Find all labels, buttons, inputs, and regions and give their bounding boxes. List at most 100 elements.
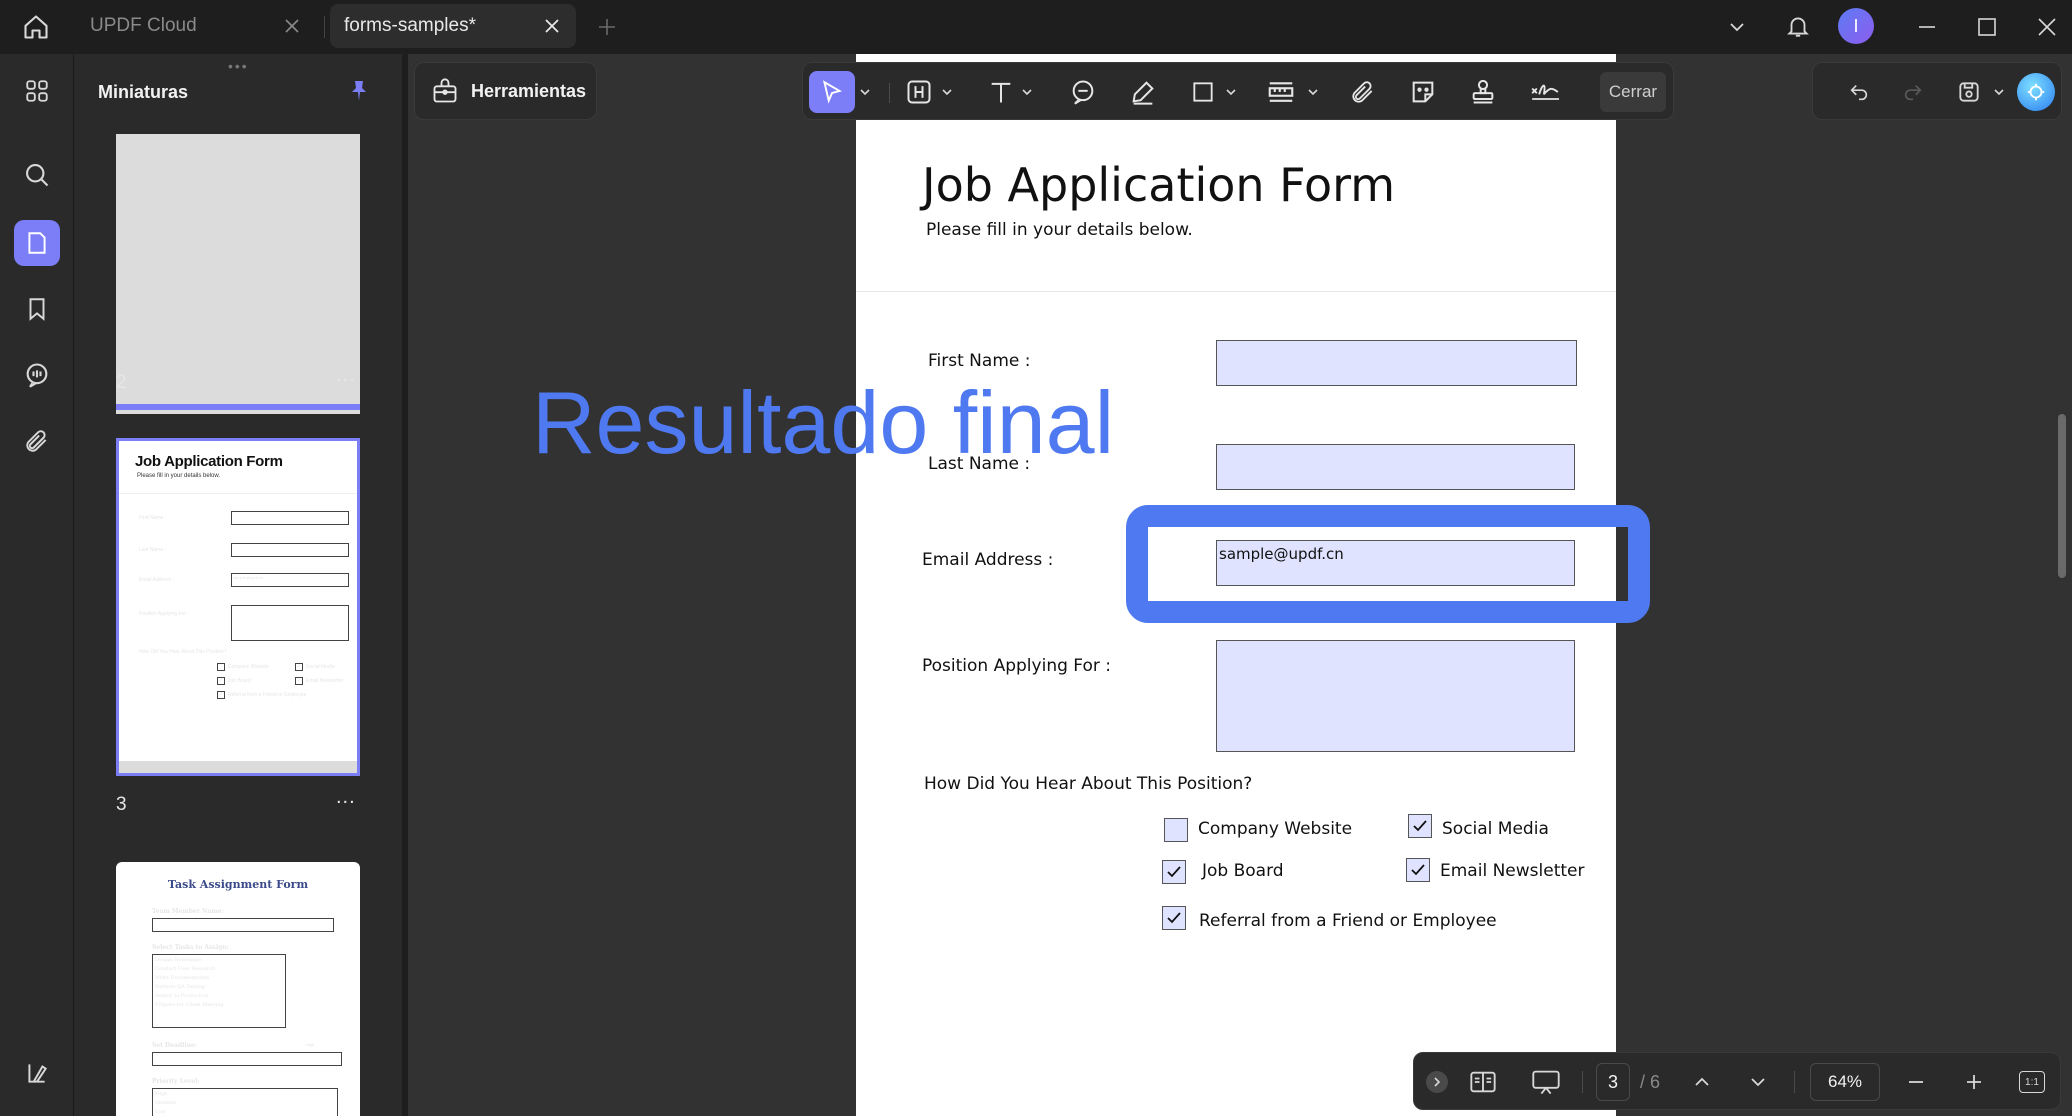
- bookmark-icon[interactable]: [14, 286, 60, 332]
- select-tool[interactable]: [809, 71, 855, 113]
- vertical-scrollbar[interactable]: [2058, 414, 2066, 578]
- bell-icon[interactable]: [1780, 8, 1816, 44]
- previous-page-button[interactable]: [1684, 1063, 1720, 1101]
- position-field[interactable]: [1216, 640, 1575, 752]
- stamp-icon: [1472, 79, 1494, 104]
- pen-tool[interactable]: [1123, 71, 1163, 113]
- tab-updf-cloud[interactable]: UPDF Cloud: [76, 4, 316, 48]
- comments-icon[interactable]: [14, 352, 60, 398]
- sticker-tool[interactable]: [1403, 71, 1443, 113]
- chevron-down-icon[interactable]: [1720, 10, 1754, 44]
- chevron-down-icon[interactable]: [1989, 81, 2009, 103]
- divider: [856, 291, 1616, 292]
- attach-tool[interactable]: [1343, 71, 1383, 113]
- layers-icon[interactable]: [14, 1050, 60, 1096]
- stamp-tool[interactable]: [1463, 71, 1503, 113]
- title-bar: UPDF Cloud forms-samples* I: [0, 0, 2072, 54]
- first-name-label: First Name :: [928, 351, 1031, 371]
- signature-tool[interactable]: [1523, 71, 1567, 113]
- tab-forms-samples[interactable]: forms-samples*: [330, 4, 576, 48]
- document-subtitle: Please fill in your details below.: [926, 220, 1193, 240]
- apps-grid-icon[interactable]: [14, 68, 60, 114]
- page-layout-button[interactable]: [1464, 1063, 1502, 1101]
- current-page-input[interactable]: 3: [1596, 1063, 1630, 1101]
- thumb-level: High: [155, 1091, 168, 1097]
- referral-checkbox[interactable]: [1162, 906, 1186, 930]
- thumb-label: Company Website: [228, 664, 269, 670]
- chevron-down-icon[interactable]: [1303, 71, 1323, 113]
- email-newsletter-checkbox[interactable]: [1406, 858, 1430, 882]
- thumb-subtitle: Please fill in your details below.: [137, 473, 221, 479]
- highlight-icon: [907, 80, 931, 104]
- minimize-icon[interactable]: [1910, 10, 1944, 44]
- text-icon: [991, 82, 1011, 103]
- paperclip-icon: [1352, 81, 1373, 103]
- book-icon: [1470, 1071, 1496, 1093]
- thumbnails-panel: ••• Miniaturas 2 ... Job Application For…: [74, 54, 402, 1116]
- more-options-button[interactable]: ...: [336, 364, 356, 387]
- toolbar-divider: [889, 83, 890, 103]
- avatar[interactable]: I: [1838, 8, 1874, 44]
- close-tab-icon[interactable]: [276, 10, 308, 42]
- next-page-button[interactable]: [1740, 1063, 1776, 1101]
- company-website-checkbox[interactable]: [1164, 818, 1188, 842]
- thumb-field: [152, 1052, 342, 1066]
- home-icon[interactable]: [16, 8, 56, 46]
- presentation-button[interactable]: [1526, 1063, 1566, 1101]
- undo-icon[interactable]: [1841, 74, 1877, 110]
- page-navigation-bar: 3 / 6 64% 1:1: [1413, 1052, 2061, 1110]
- thumb-task-list: Design Homepage Conduct User Research Wr…: [152, 954, 286, 1028]
- referral-label: Referral from a Friend or Employee: [1199, 911, 1497, 931]
- pin-icon[interactable]: [344, 76, 374, 106]
- highlight-tool[interactable]: [899, 71, 939, 113]
- email-label: Email Address :: [922, 550, 1054, 570]
- company-website-label: Company Website: [1198, 819, 1353, 839]
- chevron-down-icon[interactable]: [855, 71, 875, 113]
- page-thumbnail[interactable]: Task Assignment Form Team Member Name: S…: [116, 862, 360, 1116]
- more-options-button[interactable]: ...: [336, 786, 356, 809]
- comment-tool[interactable]: [1063, 71, 1103, 113]
- redo-icon[interactable]: [1895, 74, 1931, 110]
- thumb-title: Task Assignment Form: [167, 878, 309, 891]
- social-media-checkbox[interactable]: [1408, 814, 1432, 838]
- thumb-task: Perform QA Testing: [155, 984, 205, 990]
- save-icon[interactable]: [1951, 74, 1987, 110]
- thumb-field: sample@updf.cn: [231, 573, 349, 587]
- shape-tool[interactable]: [1183, 71, 1223, 113]
- close-tab-icon[interactable]: [536, 10, 568, 42]
- search-icon[interactable]: [14, 152, 60, 198]
- collapse-toggle[interactable]: [1422, 1063, 1452, 1101]
- thumbnails-icon[interactable]: [14, 220, 60, 266]
- thumb-label: High: [306, 1042, 315, 1047]
- chevron-down-icon[interactable]: [937, 71, 957, 113]
- ruler-icon: [1268, 82, 1294, 102]
- first-name-field[interactable]: [1216, 340, 1577, 386]
- document-title: Job Application Form: [922, 158, 1396, 212]
- tools-button[interactable]: Herramientas: [414, 62, 597, 120]
- thumb-label: Last Name :: [139, 547, 166, 553]
- maximize-icon[interactable]: [1970, 10, 2004, 44]
- ai-assistant-icon[interactable]: [2017, 73, 2055, 111]
- new-tab-icon[interactable]: [592, 12, 622, 42]
- measure-tool[interactable]: [1261, 71, 1301, 113]
- last-name-field[interactable]: [1216, 444, 1575, 490]
- attachment-icon[interactable]: [14, 418, 60, 464]
- text-tool[interactable]: [981, 71, 1021, 113]
- slideshow-icon: [1532, 1070, 1560, 1095]
- thumb-label: How Did You Hear About This Position?: [139, 649, 227, 655]
- close-window-icon[interactable]: [2030, 10, 2064, 44]
- zoom-level[interactable]: 64%: [1810, 1063, 1880, 1101]
- drag-handle[interactable]: •••: [228, 58, 249, 74]
- actual-size-button[interactable]: 1:1: [2016, 1063, 2048, 1101]
- zoom-in-button[interactable]: [1956, 1063, 1992, 1101]
- page-thumbnail-selected[interactable]: Job Application Form Please fill in your…: [116, 438, 360, 776]
- job-board-checkbox[interactable]: [1162, 860, 1186, 884]
- zoom-out-button[interactable]: [1898, 1063, 1934, 1101]
- close-toolbar-button[interactable]: Cerrar: [1600, 72, 1666, 112]
- thumb-task: Conduct User Research: [155, 966, 216, 972]
- toolbox-icon: [433, 78, 457, 103]
- chevron-down-icon[interactable]: [1221, 71, 1241, 113]
- position-label: Position Applying For :: [922, 656, 1111, 676]
- chevron-down-icon[interactable]: [1017, 71, 1037, 113]
- page-thumbnail[interactable]: [116, 134, 360, 414]
